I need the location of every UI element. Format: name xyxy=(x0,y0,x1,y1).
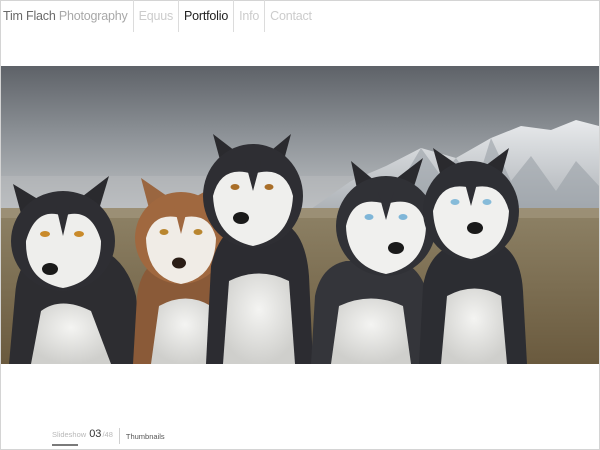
current-slide-number: 03 xyxy=(89,428,102,440)
brand-subtitle: Photography xyxy=(58,9,128,23)
husky-photo-illustration xyxy=(1,66,599,364)
nav-portfolio[interactable]: Portfolio xyxy=(179,0,235,32)
brand-name: Tim Flach xyxy=(3,9,56,23)
nav-contact[interactable]: Contact xyxy=(265,0,317,32)
slideshow-counter: Slideshow 03 /48 xyxy=(52,428,120,446)
total-slides: /48 xyxy=(102,430,113,439)
slideshow-button[interactable]: Slideshow xyxy=(52,430,86,439)
nav-equus[interactable]: Equus xyxy=(134,0,180,32)
slideshow-controls: Slideshow 03 /48 Thumbnails xyxy=(52,428,165,446)
slideshow-active-indicator xyxy=(52,444,78,446)
nav-info[interactable]: Info xyxy=(234,0,266,32)
brand-link[interactable]: Tim Flach Photography xyxy=(0,0,134,32)
slideshow-photo[interactable] xyxy=(1,66,599,364)
thumbnails-button[interactable]: Thumbnails xyxy=(120,432,165,441)
top-navigation: Tim Flach Photography Equus Portfolio In… xyxy=(0,0,317,32)
